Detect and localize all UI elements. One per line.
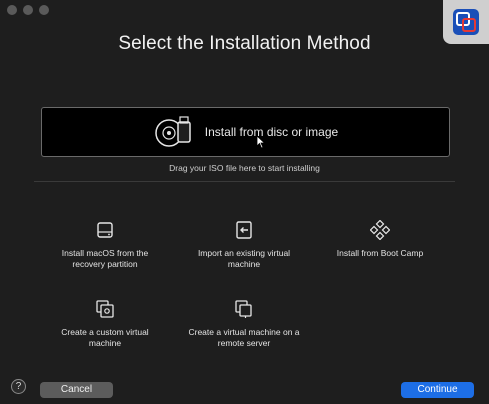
option-import-existing-vm[interactable]: Import an existing virtual machine bbox=[184, 220, 304, 270]
page-title: Select the Installation Method bbox=[118, 33, 371, 54]
hard-drive-icon bbox=[97, 222, 113, 238]
install-from-disc-dropzone[interactable]: Install from disc or image bbox=[41, 107, 450, 157]
option-create-custom-vm[interactable]: Create a custom virtual machine bbox=[45, 299, 165, 349]
divider bbox=[34, 181, 455, 182]
boot-camp-icon bbox=[370, 220, 390, 240]
drop-hint: Drag your ISO file here to start install… bbox=[169, 163, 320, 173]
mouse-pointer-icon bbox=[256, 135, 266, 149]
minimize-window-button[interactable] bbox=[23, 5, 33, 15]
remote-server-icon bbox=[235, 300, 252, 318]
cancel-button[interactable]: Cancel bbox=[40, 382, 113, 398]
help-button[interactable]: ? bbox=[11, 379, 26, 394]
option-install-macos-recovery[interactable]: Install macOS from the recovery partitio… bbox=[45, 220, 165, 270]
option-label: Import an existing virtual machine bbox=[197, 248, 291, 269]
option-label: Install macOS from the recovery partitio… bbox=[61, 248, 149, 269]
install-from-disc-label: Install from disc or image bbox=[204, 125, 339, 139]
installation-window: Select the Installation Method Install f… bbox=[0, 0, 489, 404]
window-controls bbox=[7, 5, 49, 15]
option-label: Install from Boot Camp bbox=[336, 248, 424, 258]
option-create-remote-vm[interactable]: Create a virtual machine on a remote ser… bbox=[184, 299, 304, 349]
continue-button[interactable]: Continue bbox=[401, 382, 474, 398]
disc-usb-icon bbox=[155, 116, 191, 147]
import-icon bbox=[236, 221, 252, 239]
zoom-window-button[interactable] bbox=[39, 5, 49, 15]
option-label: Create a virtual machine on a remote ser… bbox=[188, 327, 300, 348]
option-label: Create a custom virtual machine bbox=[61, 327, 149, 348]
option-install-from-boot-camp[interactable]: Install from Boot Camp bbox=[320, 220, 440, 259]
close-window-button[interactable] bbox=[7, 5, 17, 15]
custom-vm-icon bbox=[96, 300, 114, 318]
